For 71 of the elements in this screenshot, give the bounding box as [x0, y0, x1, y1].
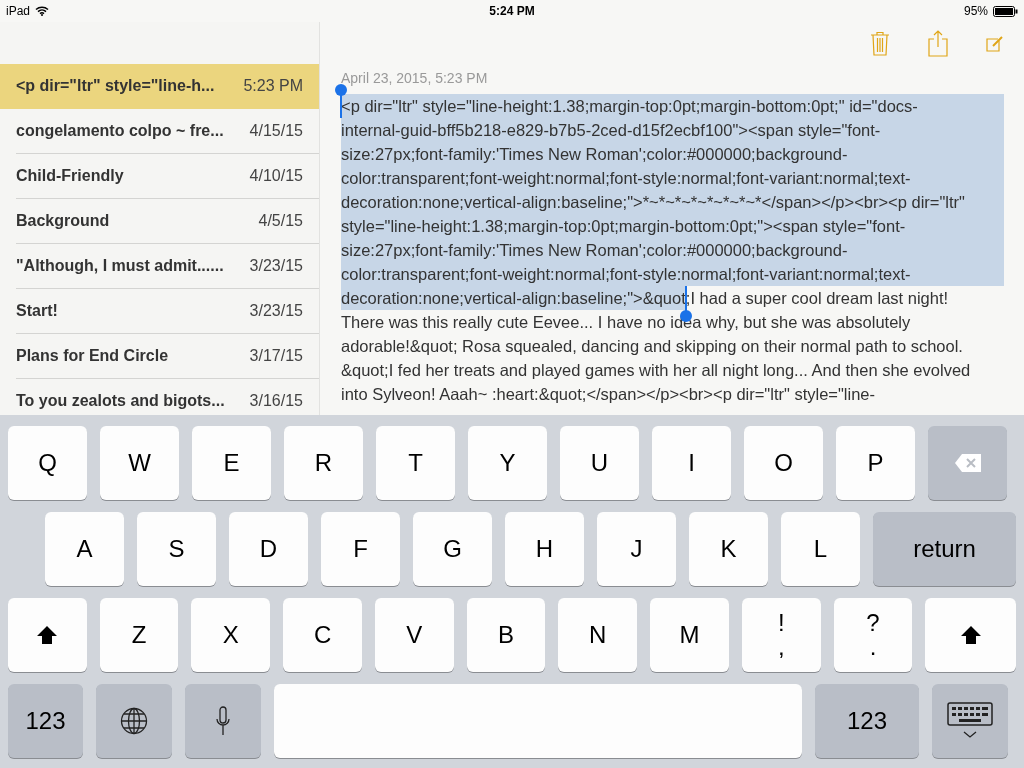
globe-key[interactable] [96, 684, 172, 758]
letter-key[interactable]: U [560, 426, 639, 500]
letter-key[interactable]: H [505, 512, 584, 586]
letter-key[interactable]: T [376, 426, 455, 500]
note-list-item[interactable]: Start! 3/23/15 [16, 289, 319, 334]
shift-arrow-icon [36, 625, 59, 645]
punctuation-key[interactable]: ! , [741, 598, 821, 672]
letter-key[interactable]: C [283, 598, 362, 672]
note-list-item[interactable]: Background 4/5/15 [16, 199, 319, 244]
note-date: 3/23/15 [249, 257, 303, 275]
note-title: <p dir="ltr" style="line-h... [16, 77, 215, 95]
letter-key[interactable]: I [652, 426, 731, 500]
clock: 5:24 PM [489, 4, 535, 18]
return-key[interactable]: return [873, 512, 1016, 586]
battery-icon [993, 5, 1018, 17]
letter-key[interactable]: R [284, 426, 363, 500]
note-list-item[interactable]: Child-Friendly 4/10/15 [16, 154, 319, 199]
note-date: 4/15/15 [249, 122, 303, 140]
battery-percent: 95% [963, 4, 988, 18]
backspace-icon [953, 453, 982, 473]
letter-key[interactable]: L [781, 512, 860, 586]
note-title: congelamento colpo ~ fre... [16, 122, 224, 140]
letter-key[interactable]: B [466, 598, 546, 672]
dictation-key[interactable] [185, 684, 261, 758]
globe-icon [120, 707, 148, 735]
numbers-key[interactable]: 123 [815, 684, 919, 758]
note-date: 4/5/15 [258, 212, 303, 230]
hide-keyboard-key[interactable] [932, 684, 1008, 758]
letter-key[interactable]: D [229, 512, 308, 586]
device-name: iPad [6, 4, 31, 18]
note-date: 3/23/15 [249, 302, 303, 320]
note-title: "Although, I must admit...... [16, 257, 224, 275]
microphone-icon [215, 706, 231, 736]
note-list-item[interactable]: Plans for End Circle 3/17/15 [16, 334, 319, 379]
note-title: Plans for End Circle [16, 347, 169, 365]
letter-key[interactable]: Y [468, 426, 547, 500]
note-list-item[interactable]: "Although, I must admit...... 3/23/15 [16, 244, 319, 289]
note-list-item[interactable]: congelamento colpo ~ fre... 4/15/15 [16, 109, 319, 154]
letter-key[interactable]: E [192, 426, 271, 500]
shift-arrow-icon [959, 625, 982, 645]
note-date: 5:23 PM [243, 77, 303, 95]
letter-key[interactable]: A [45, 512, 124, 586]
letter-key[interactable]: J [597, 512, 676, 586]
note-date: 3/16/15 [249, 392, 303, 410]
letter-key[interactable]: S [137, 512, 216, 586]
letter-key[interactable]: W [100, 426, 179, 500]
letter-key[interactable]: F [321, 512, 400, 586]
letter-key[interactable]: O [744, 426, 823, 500]
shift-key[interactable] [925, 598, 1017, 672]
letter-key[interactable]: V [374, 598, 454, 672]
note-title: To you zealots and bigots... [16, 392, 225, 410]
letter-key[interactable]: P [836, 426, 915, 500]
shift-key[interactable] [8, 598, 87, 672]
wifi-icon [35, 6, 50, 16]
note-title: Background [16, 212, 110, 230]
note-title: Child-Friendly [16, 167, 124, 185]
letter-key[interactable]: N [558, 598, 638, 672]
note-date: 4/10/15 [249, 167, 303, 185]
letter-key[interactable]: M [650, 598, 729, 672]
letter-key[interactable]: K [689, 512, 768, 586]
letter-key[interactable]: Q [8, 426, 87, 500]
note-list-item[interactable]: <p dir="ltr" style="line-h... 5:23 PM [0, 64, 319, 109]
letter-key[interactable]: G [413, 512, 492, 586]
keyboard-dismiss-icon [947, 702, 993, 740]
letter-key[interactable]: X [191, 598, 271, 672]
numbers-key[interactable]: 123 [8, 684, 83, 758]
letter-key[interactable]: Z [99, 598, 179, 672]
note-title: Start! [16, 302, 58, 320]
punctuation-key[interactable]: ? . [833, 598, 913, 672]
note-timestamp: April 23, 2015, 5:23 PM [341, 70, 489, 88]
note-date: 3/17/15 [249, 347, 303, 365]
